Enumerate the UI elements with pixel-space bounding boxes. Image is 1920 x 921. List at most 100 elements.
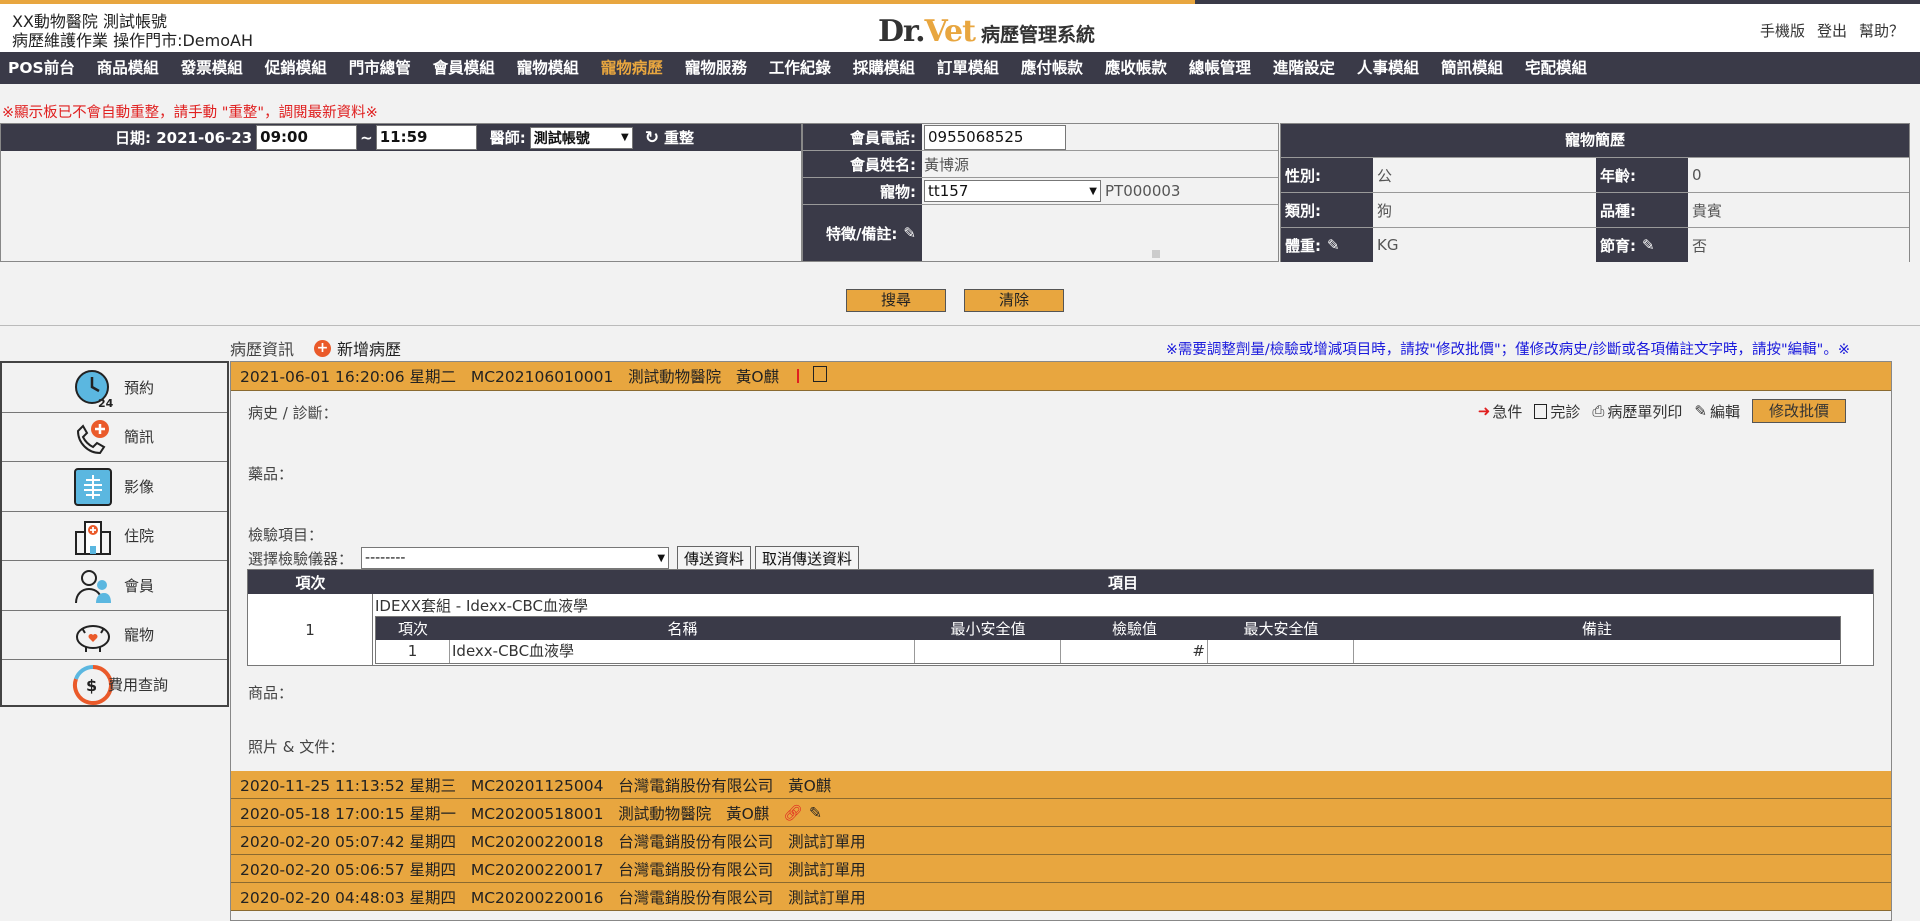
urgent-button[interactable]: ➜ 急件 [1478, 401, 1523, 422]
pet-code: PT000003 [1105, 182, 1181, 200]
nav-order[interactable]: 訂單模組 [926, 52, 1010, 84]
neuter-label-text: 節育: [1600, 236, 1636, 255]
xray-icon [74, 468, 112, 506]
link-icon[interactable]: 🔗︎ [783, 804, 803, 822]
neuter-value: 否 [1688, 228, 1909, 262]
inner-col-index: 項次 [397, 620, 428, 638]
drugs-label: 藥品： [248, 465, 294, 483]
sidebar-item-fee-query[interactable]: $ 費用查詢 [2, 660, 227, 710]
refresh-button[interactable]: ↻ 重整 [645, 127, 694, 148]
logout-link[interactable]: 登出 [1817, 20, 1847, 41]
test-items-table: 項次 項目 1 IDEXX套組 - Idexx-CBC血液學 項次 名稱 最小安… [247, 569, 1874, 666]
document-export-icon[interactable] [813, 366, 828, 382]
time-to-input[interactable]: 11:59 [375, 125, 477, 150]
gender-value: 公 [1373, 158, 1596, 192]
complete-label: 完診 [1550, 402, 1581, 421]
record-flag-icon [797, 369, 800, 383]
pencil-icon: ✎ [1694, 402, 1707, 420]
nav-purchase[interactable]: 採購模組 [842, 52, 926, 84]
complete-button[interactable]: 完診 [1534, 401, 1580, 422]
age-value: 0 [1688, 158, 1909, 192]
phone-sms-icon [76, 419, 109, 454]
inner-col-min: 最小安全值 [950, 620, 1026, 638]
resize-handle-icon[interactable] [1152, 250, 1160, 258]
record-header-open[interactable]: 2021-06-01 16:20:06 星期二 MC202106010001 測… [231, 362, 1891, 391]
record-header-text: 2020-02-20 05:06:57 星期四 MC20200220017 台灣… [240, 860, 866, 879]
print-button[interactable]: ⎙ 病歷單列印 [1592, 401, 1682, 422]
doctor-select[interactable]: 測試帳號 ▼ [529, 126, 633, 149]
record-header[interactable]: 2020-11-25 11:13:52 星期三 MC20201125004 台灣… [231, 771, 1891, 799]
records-notice: ※需要調整劑量/檢驗或增減項目時，請按"修改批價"；僅修改病史/診斷或各項備註文… [1165, 341, 1850, 358]
pencil-icon[interactable]: ✎ [903, 224, 916, 242]
inner-cell-value[interactable]: # [1061, 640, 1208, 663]
refresh-icon: ↻ [644, 127, 659, 148]
nav-pet[interactable]: 寵物模組 [506, 52, 590, 84]
edit-button[interactable]: ✎ 編輯 [1694, 401, 1740, 422]
urgent-label: 急件 [1492, 402, 1523, 421]
nav-pet-service[interactable]: 寵物服務 [674, 52, 758, 84]
date-label: 日期: 2021-06-23 [115, 129, 253, 147]
nav-hr[interactable]: 人事模組 [1346, 52, 1430, 84]
reprice-button[interactable]: 修改批價 [1751, 399, 1846, 423]
filter-panel: 日期: 2021-06-23 09:00 ~ 11:59 醫師: 測試帳號 ▼ … [0, 123, 802, 262]
nav-sms[interactable]: 簡訊模組 [1430, 52, 1514, 84]
syringe-icon[interactable]: ✎ [809, 804, 822, 822]
nav-work-log[interactable]: 工作紀錄 [758, 52, 842, 84]
nav-invoice[interactable]: 發票模組 [170, 52, 254, 84]
refresh-label: 重整 [664, 129, 695, 147]
instrument-select[interactable]: -------- ▼ [361, 547, 670, 569]
sidebar-item-member[interactable]: 會員 [2, 561, 227, 611]
sidebar-label-pet: 寵物 [124, 626, 155, 645]
cancel-send-button[interactable]: 取消傳送資料 [755, 546, 860, 570]
mobile-link[interactable]: 手機版 [1760, 20, 1805, 41]
nav-advanced[interactable]: 進階設定 [1262, 52, 1346, 84]
sidebar-item-appointment[interactable]: 24 預約 [2, 363, 227, 413]
type-label: 類別: [1281, 193, 1373, 227]
table-row: 1 IDEXX套組 - Idexx-CBC血液學 項次 名稱 最小安全值 檢驗值… [248, 594, 1873, 665]
nav-delivery[interactable]: 宅配模組 [1514, 52, 1598, 84]
sidebar-item-sms[interactable]: 簡訊 [2, 413, 227, 462]
instrument-value: -------- [365, 550, 406, 566]
record-header[interactable]: 2020-02-20 04:48:03 星期四 MC20200220016 台灣… [231, 883, 1891, 911]
record-header[interactable]: 2020-02-20 05:07:42 星期四 MC20200220018 台灣… [231, 827, 1891, 855]
add-record-button[interactable]: + 新增病歷 [314, 336, 401, 360]
nav-payable[interactable]: 應付帳款 [1010, 52, 1094, 84]
gender-label: 性別: [1281, 158, 1373, 192]
sidebar-item-pet[interactable]: 寵物 [2, 611, 227, 660]
record-header[interactable]: 2020-02-20 05:06:57 星期四 MC20200220017 台灣… [231, 855, 1891, 883]
phone-input[interactable]: 0955068525 [924, 124, 1066, 150]
pet-label: 寵物: [803, 178, 922, 204]
nav-products[interactable]: 商品模組 [86, 52, 170, 84]
search-button[interactable]: 搜尋 [846, 289, 946, 312]
clear-button[interactable]: 清除 [964, 289, 1064, 312]
nav-member[interactable]: 會員模組 [422, 52, 506, 84]
piggy-pet-icon [76, 624, 110, 652]
nav-promotion[interactable]: 促銷模組 [254, 52, 338, 84]
top-bar: XX動物醫院 測試帳號 病歷維護作業 操作門市:DemoAH Dr.Vet 病歷… [0, 0, 1920, 52]
plus-circle-icon: + [314, 339, 332, 357]
instrument-row: 選擇檢驗儀器： -------- ▼ 傳送資料 取消傳送資料 [248, 546, 860, 570]
drvet-logo: Dr.Vet 病歷管理系統 [878, 14, 1095, 49]
help-link[interactable]: 幫助？ [1859, 20, 1904, 41]
send-data-button[interactable]: 傳送資料 [677, 546, 752, 570]
members-icon [75, 570, 111, 604]
note-area[interactable] [922, 205, 1278, 261]
nav-receivable[interactable]: 應收帳款 [1094, 52, 1178, 84]
clinic-info: XX動物醫院 測試帳號 病歷維護作業 操作門市:DemoAH [12, 12, 253, 50]
inner-col-name: 名稱 [667, 620, 698, 638]
pet-profile-panel: 寵物簡歷 性別: 公 年齡: 0 類別: 狗 品種: 貴賓 體重: ✎ KG 節育… [1280, 123, 1910, 262]
record-header[interactable]: 2020-05-18 17:00:15 星期一 MC20200518001 測試… [231, 799, 1891, 827]
sidebar-item-imaging[interactable]: 影像 [2, 462, 227, 512]
nav-ledger[interactable]: 總帳管理 [1178, 52, 1262, 84]
sidebar-label-hospitalization: 住院 [124, 527, 155, 546]
note-label-text: 特徵/備註: [825, 224, 898, 243]
nav-store[interactable]: 門市總管 [338, 52, 422, 84]
clock-24-icon: 24 [75, 370, 114, 409]
nav-pos[interactable]: POS前台 [2, 52, 86, 84]
nav-medical-record[interactable]: 寵物病歷 [590, 52, 674, 84]
time-from-input[interactable]: 09:00 [256, 125, 358, 150]
sidebar-item-hospitalization[interactable]: 住院 [2, 512, 227, 561]
pencil-icon[interactable]: ✎ [1327, 236, 1340, 254]
pet-select[interactable]: tt157 ▼ [924, 180, 1101, 202]
pencil-icon[interactable]: ✎ [1642, 236, 1655, 254]
